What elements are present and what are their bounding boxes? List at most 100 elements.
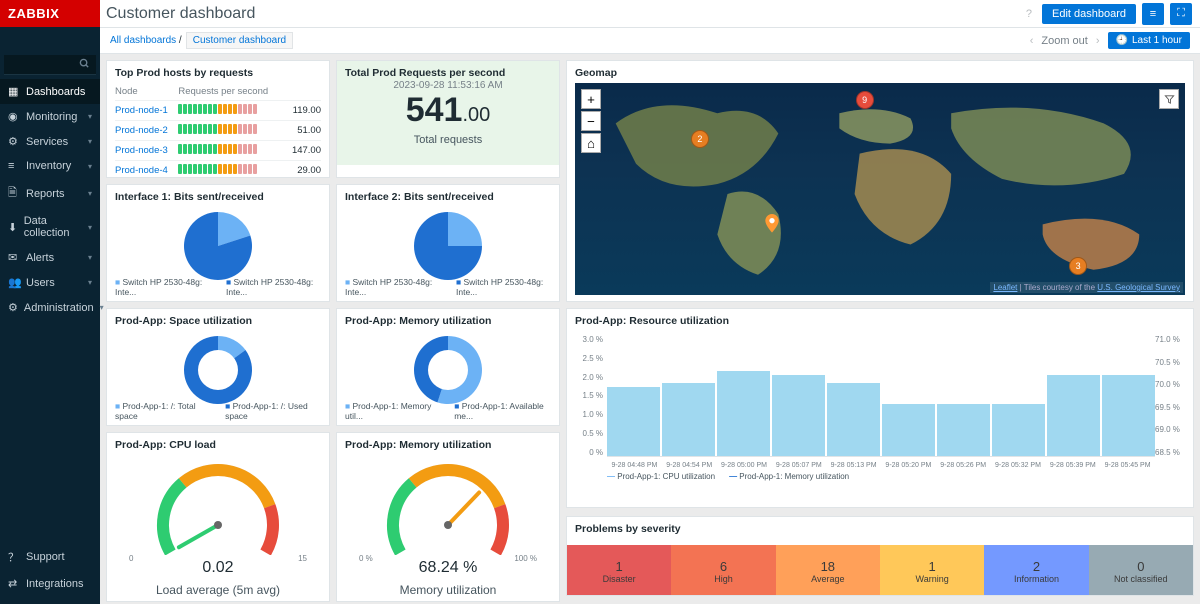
sidebar-item-users[interactable]: 👥 Users ▾ (0, 270, 100, 295)
table-row: Prod-node-3147.00 (115, 141, 321, 161)
total-value-int: 541 (406, 91, 463, 129)
time-next-icon[interactable]: › (1096, 35, 1100, 47)
gear-icon: ⚙ (8, 135, 20, 148)
sidebar-label: Users (26, 277, 55, 289)
severity-label: Average (811, 574, 844, 584)
gauge-value: 68.24 % (337, 559, 559, 577)
total-timestamp: 2023-09-28 11:53:16 AM (343, 80, 553, 91)
host-value: 29.00 (286, 161, 321, 179)
panel-title: Prod-App: CPU load (115, 439, 321, 451)
table-row: Prod-node-251.00 (115, 121, 321, 141)
severity-label: Warning (916, 574, 949, 584)
legend-item: Switch HP 2530-48g: Inte... (456, 277, 551, 297)
help-icon[interactable]: ? (1022, 8, 1036, 20)
panel-mem-gauge: Prod-App: Memory utilization 0 %100 % 68… (336, 432, 560, 602)
sidebar-item-data-collection[interactable]: ⬇Data collection▾ (0, 209, 100, 245)
sidebar-item-support[interactable]: ？Support (0, 543, 100, 571)
map-home-button[interactable]: ⌂ (581, 133, 601, 153)
list-view-button[interactable]: ≡ (1142, 3, 1164, 25)
bar (992, 404, 1045, 456)
sidebar-bottom: ？Support⇄Integrations (0, 543, 100, 604)
sidebar-item-alerts[interactable]: ✉Alerts▾ (0, 245, 100, 270)
sidebar-item-reports[interactable]: 🗎Reports▾ (0, 178, 100, 209)
gauge-label: Load average (5m avg) (107, 583, 329, 597)
bell-icon: ✉ (8, 251, 20, 264)
total-label: Total requests (343, 134, 553, 146)
panel-cpu-gauge: Prod-App: CPU load 015 0.02 Load average… (106, 432, 330, 602)
sidebar-item-integrations[interactable]: ⇄Integrations (0, 571, 100, 596)
eye-icon: ◉ (8, 110, 20, 123)
panel-interface-2: Interface 2: Bits sent/received Switch H… (336, 184, 560, 302)
time-range-button[interactable]: 🕘 Last 1 hour (1108, 32, 1191, 49)
legend-item: Prod-App-1: /: Used space (225, 401, 321, 421)
sidebar-search[interactable] (4, 55, 96, 75)
breadcrumb-bar: All dashboards / Customer dashboard ‹ Zo… (0, 28, 1200, 54)
usgs-link[interactable]: U.S. Geological Survey (1097, 283, 1180, 292)
legend-item: Switch HP 2530-48g: Inte... (115, 277, 210, 297)
support-icon: ？ (8, 549, 20, 565)
panel-top-hosts: Top Prod hosts by requests Node Requests… (106, 60, 330, 178)
panel-title: Prod-App: Space utilization (115, 315, 321, 327)
severity-warning[interactable]: 1Warning (880, 545, 984, 596)
rate-bar (178, 164, 257, 174)
sidebar: ZABBIX ▦Dashboards◉Monitoring▾⚙Services▾… (0, 0, 100, 604)
panel-space-util: Prod-App: Space utilization Prod-App-1: … (106, 308, 330, 426)
bar (1102, 375, 1155, 456)
sidebar-item-inventory[interactable]: ≡Inventory▾ (0, 154, 100, 178)
time-range-label: Last 1 hour (1132, 35, 1182, 46)
breadcrumb-current[interactable]: Customer dashboard (186, 32, 293, 49)
time-prev-icon[interactable]: ‹ (1030, 35, 1034, 47)
total-value-dec: .00 (462, 104, 490, 126)
host-link[interactable]: Prod-node-2 (115, 121, 178, 141)
bar (827, 383, 880, 456)
rate-bar (178, 104, 257, 114)
users-icon: 👥 (8, 276, 20, 289)
panel-title: Top Prod hosts by requests (115, 67, 321, 79)
severity-high[interactable]: 6High (671, 545, 775, 596)
map-filter-button[interactable] (1159, 89, 1179, 109)
sidebar-label: Integrations (26, 578, 83, 590)
panel-mem-donut: Prod-App: Memory utilization Prod-App-1:… (336, 308, 560, 426)
chevron-down-icon: ▾ (88, 137, 92, 146)
map-zoom-in-button[interactable]: + (581, 89, 601, 109)
host-link[interactable]: Prod-node-1 (115, 101, 178, 121)
severity-average[interactable]: 18Average (776, 545, 880, 596)
map-pin[interactable]: 3 (1069, 257, 1087, 275)
severity-disaster[interactable]: 1Disaster (567, 545, 671, 596)
map-pin[interactable]: 2 (691, 130, 709, 148)
severity-information[interactable]: 2Information (984, 545, 1088, 596)
sidebar-item-administration[interactable]: ⚙Administration▾ (0, 295, 100, 320)
col-node: Node (115, 83, 178, 101)
chevron-down-icon: ▾ (88, 278, 92, 287)
table-row: Prod-node-1119.00 (115, 101, 321, 121)
panel-title: Prod-App: Memory utilization (345, 315, 551, 327)
zoom-out-button[interactable]: Zoom out (1041, 35, 1087, 47)
severity-count: 0 (1137, 559, 1144, 574)
geomap-canvas[interactable]: + − ⌂ 923 Leaflet | Tiles courtesy of th… (575, 83, 1185, 295)
edit-dashboard-button[interactable]: Edit dashboard (1042, 4, 1136, 24)
sidebar-item-services[interactable]: ⚙Services▾ (0, 129, 100, 154)
sidebar-item-monitoring[interactable]: ◉Monitoring▾ (0, 104, 100, 129)
dashboard-grid: Top Prod hosts by requests Node Requests… (100, 54, 1200, 604)
bar (772, 375, 825, 456)
breadcrumb-root[interactable]: All dashboards (110, 35, 176, 46)
table-row: Prod-node-4 29.00 (115, 161, 321, 179)
host-link[interactable]: Prod-node-3 (115, 141, 178, 161)
search-icon (79, 58, 90, 72)
severity-count: 18 (821, 559, 835, 574)
panel-title: Geomap (575, 67, 1185, 79)
gauge-label: Memory utilization (337, 583, 559, 597)
rate-bar (178, 144, 257, 154)
interface2-pie (345, 207, 551, 285)
kiosk-button[interactable]: ⛶ (1170, 3, 1192, 25)
leaflet-link[interactable]: Leaflet (993, 283, 1017, 292)
severity-not-classified[interactable]: 0Not classified (1089, 545, 1193, 596)
sidebar-item-dashboards[interactable]: ▦Dashboards (0, 79, 100, 104)
map-zoom-out-button[interactable]: − (581, 111, 601, 131)
bar (882, 404, 935, 456)
host-link[interactable]: Prod-node-4 (115, 161, 178, 179)
panel-title: Prod-App: Memory utilization (345, 439, 551, 451)
map-pin[interactable]: 9 (856, 91, 874, 109)
severity-count: 6 (720, 559, 727, 574)
chevron-down-icon: ▾ (88, 162, 92, 171)
